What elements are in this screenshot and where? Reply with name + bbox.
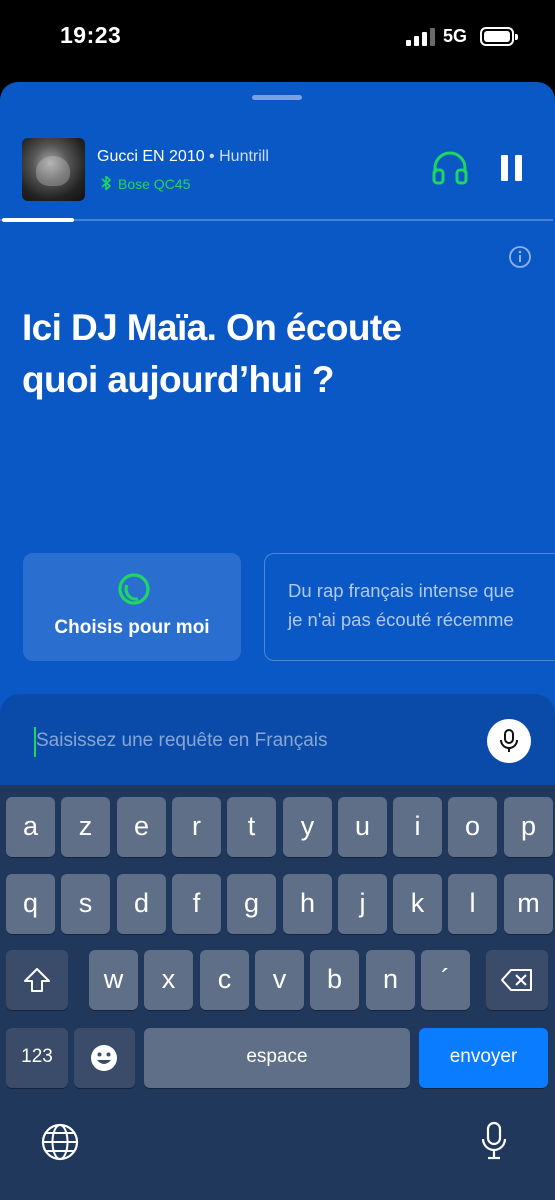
key-e[interactable]: e [117, 797, 166, 857]
output-device-label: Bose QC45 [118, 176, 191, 192]
info-icon[interactable] [508, 245, 532, 269]
backspace-key[interactable] [486, 950, 548, 1010]
key-z[interactable]: z [61, 797, 110, 857]
key-d[interactable]: d [117, 874, 166, 934]
now-playing-bar[interactable]: Gucci EN 2010 • Huntrill Bose QC45 [0, 132, 555, 212]
voice-input-button[interactable] [487, 719, 531, 763]
battery-icon [480, 27, 518, 46]
key-f[interactable]: f [172, 874, 221, 934]
key-n[interactable]: n [366, 950, 415, 1010]
key-y[interactable]: y [283, 797, 332, 857]
prompt-suggestion-text: Du rap français intense que je n'ai pas é… [288, 580, 515, 630]
backspace-icon [501, 969, 532, 991]
playback-progress[interactable] [0, 218, 555, 222]
key-i[interactable]: i [393, 797, 442, 857]
request-input-area[interactable]: Saisissez une requête en Français [0, 694, 555, 794]
dictation-mic-icon[interactable] [480, 1121, 508, 1161]
request-input[interactable]: Saisissez une requête en Français [36, 730, 328, 752]
track-info: Gucci EN 2010 • Huntrill [97, 148, 269, 166]
dj-headline: Ici DJ Maïa. On écoute quoi aujourd’hui … [22, 302, 522, 406]
key-l[interactable]: l [448, 874, 497, 934]
key-w[interactable]: w [89, 950, 138, 1010]
bluetooth-icon [101, 175, 111, 191]
key-s[interactable]: s [61, 874, 110, 934]
key-k[interactable]: k [393, 874, 442, 934]
playback-progress-fill [2, 218, 74, 222]
key-v[interactable]: v [255, 950, 304, 1010]
key-a[interactable]: a [6, 797, 55, 857]
numbers-key[interactable]: 123 [6, 1028, 68, 1088]
key-u[interactable]: u [338, 797, 387, 857]
status-bar: 19:23 5G [0, 0, 555, 80]
key-o[interactable]: o [448, 797, 497, 857]
space-key[interactable]: espace [144, 1028, 410, 1088]
key-m[interactable]: m [504, 874, 553, 934]
choose-for-me-label: Choisis pour moi [54, 617, 210, 638]
key-t[interactable]: t [227, 797, 276, 857]
prompt-suggestion-card[interactable]: Du rap français intense que je n'ai pas é… [264, 553, 555, 661]
key-acute-accent[interactable]: ´ [421, 950, 470, 1010]
track-artist: Huntrill [219, 148, 269, 165]
key-b[interactable]: b [310, 950, 359, 1010]
sheet-grabber[interactable] [252, 95, 302, 100]
emoji-key[interactable] [74, 1028, 135, 1088]
key-c[interactable]: c [200, 950, 249, 1010]
key-g[interactable]: g [227, 874, 276, 934]
album-cover [22, 138, 85, 201]
keyboard: 123 espace envoyer azertyuiop qsdfghjklm w… [0, 785, 555, 1200]
shift-key[interactable] [6, 950, 68, 1010]
emoji-icon [91, 1045, 117, 1071]
key-r[interactable]: r [172, 797, 221, 857]
key-q[interactable]: q [6, 874, 55, 934]
output-device: Bose QC45 [100, 175, 190, 192]
network-type: 5G [443, 26, 468, 46]
status-time: 19:23 [60, 22, 122, 48]
choose-for-me-button[interactable]: Choisis pour moi [23, 553, 241, 661]
key-h[interactable]: h [283, 874, 332, 934]
track-title: Gucci EN 2010 [97, 148, 205, 165]
microphone-icon [500, 729, 518, 752]
cellular-signal-icon [406, 28, 436, 46]
globe-icon[interactable] [41, 1123, 79, 1161]
key-j[interactable]: j [338, 874, 387, 934]
headphones-icon[interactable] [430, 148, 470, 188]
dj-circle-icon [118, 573, 150, 605]
key-p[interactable]: p [504, 797, 553, 857]
key-x[interactable]: x [144, 950, 193, 1010]
dj-headline-line2: quoi aujourd’hui ? [22, 359, 334, 400]
send-key[interactable]: envoyer [419, 1028, 548, 1088]
dj-headline-line1: Ici DJ Maïa. On écoute [22, 307, 402, 348]
track-separator: • [204, 148, 220, 165]
shift-icon [24, 968, 50, 992]
pause-button[interactable] [494, 150, 530, 186]
